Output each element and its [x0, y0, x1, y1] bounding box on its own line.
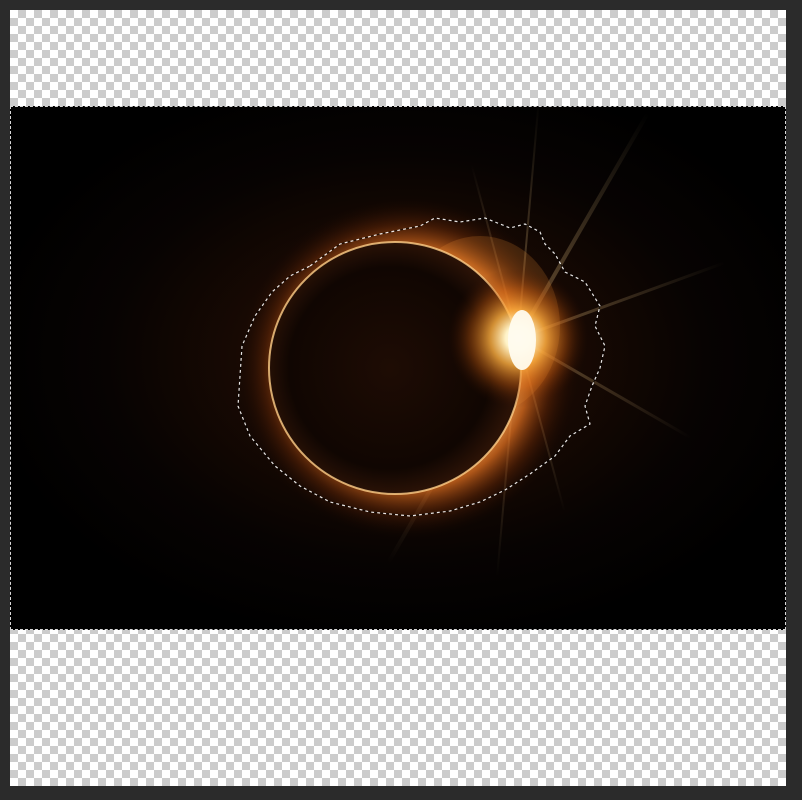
eclipse-image [10, 106, 786, 630]
eclipse-photo-layer[interactable] [10, 106, 786, 630]
document-canvas[interactable] [10, 10, 786, 786]
photoshop-workspace [0, 0, 802, 800]
flare-core [508, 310, 536, 370]
